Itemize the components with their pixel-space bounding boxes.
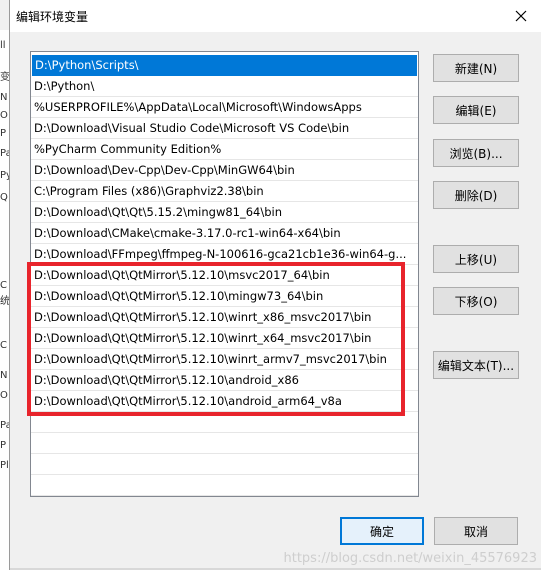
close-icon bbox=[515, 10, 527, 22]
title-bar: 编辑环境变量 bbox=[10, 0, 541, 32]
background-fragment: 变 bbox=[0, 72, 10, 83]
background-desktop: ll 变 N O P Pa Py Q C 统 C N O Pa P Pl 编辑环境变量 D:\Python\S… bbox=[0, 0, 541, 570]
background-fragment: Pa bbox=[0, 420, 10, 431]
background-fragment: C bbox=[0, 280, 7, 291]
background-fragment: Pl bbox=[0, 460, 9, 471]
background-fragment: P bbox=[0, 440, 7, 451]
path-list-item[interactable]: D:\Download\Visual Studio Code\Microsoft… bbox=[31, 118, 418, 139]
watermark-text: https://blog.csdn.net/weixin_45576923 bbox=[283, 551, 537, 566]
background-fragment: 统 bbox=[0, 296, 10, 307]
background-fragment: ll bbox=[0, 40, 6, 51]
path-list-item[interactable]: %PyCharm Community Edition% bbox=[31, 139, 418, 160]
dialog-title: 编辑环境变量 bbox=[16, 10, 89, 24]
path-list-item[interactable]: D:\Download\Qt\QtMirror\5.12.10\msvc2017… bbox=[31, 265, 418, 286]
background-fragment: Pa bbox=[0, 148, 10, 159]
path-list-item[interactable]: D:\Download\Qt\QtMirror\5.12.10\mingw73_… bbox=[31, 286, 418, 307]
ok-button[interactable]: 确定 bbox=[340, 517, 424, 545]
background-fragment: Q bbox=[0, 192, 8, 203]
background-fragment: O bbox=[0, 110, 8, 121]
path-list-item[interactable]: D:\Download\Qt\QtMirror\5.12.10\winrt_ar… bbox=[31, 349, 418, 370]
path-list-item[interactable]: D:\Download\Dev-Cpp\Dev-Cpp\MinGW64\bin bbox=[31, 160, 418, 181]
path-list-item[interactable]: D:\Download\Qt\Qt\5.15.2\mingw81_64\bin bbox=[31, 202, 418, 223]
path-list-item[interactable] bbox=[31, 454, 418, 475]
background-window-edge: ll 变 N O P Pa Py Q C 统 C N O Pa P Pl bbox=[0, 30, 10, 570]
path-list-item[interactable]: D:\Download\FFmpeg\ffmpeg-N-100616-gca21… bbox=[31, 244, 418, 265]
close-button[interactable] bbox=[501, 0, 541, 32]
background-fragment: Py bbox=[0, 170, 10, 181]
background-fragment: O bbox=[0, 390, 8, 401]
path-list-item[interactable]: D:\Download\Qt\QtMirror\5.12.10\winrt_x8… bbox=[31, 307, 418, 328]
path-list-item[interactable]: D:\Python\ bbox=[31, 76, 418, 97]
path-list-item[interactable]: D:\Download\Qt\QtMirror\5.12.10\android_… bbox=[31, 370, 418, 391]
new-button[interactable]: 新建(N) bbox=[433, 54, 519, 82]
path-list-item[interactable]: C:\Program Files (x86)\Graphviz2.38\bin bbox=[31, 181, 418, 202]
path-list-item[interactable]: D:\Python\Scripts\ bbox=[32, 55, 417, 76]
background-fragment: N bbox=[0, 92, 8, 103]
path-list[interactable]: D:\Python\Scripts\ D:\Python\ %USERPROFILE… bbox=[30, 51, 419, 497]
move-up-button[interactable]: 上移(U) bbox=[433, 245, 519, 273]
path-list-item[interactable]: D:\Download\Qt\QtMirror\5.12.10\winrt_x6… bbox=[31, 328, 418, 349]
background-fragment: N bbox=[0, 370, 8, 381]
edit-button[interactable]: 编辑(E) bbox=[433, 96, 519, 124]
cancel-button[interactable]: 取消 bbox=[434, 517, 518, 545]
path-list-item[interactable] bbox=[31, 412, 418, 433]
edit-text-button[interactable]: 编辑文本(T)... bbox=[433, 351, 519, 379]
delete-button[interactable]: 删除(D) bbox=[433, 181, 519, 209]
path-list-item[interactable] bbox=[31, 433, 418, 454]
background-fragment: C bbox=[0, 340, 7, 351]
path-list-item[interactable] bbox=[31, 475, 418, 496]
browse-button[interactable]: 浏览(B)... bbox=[433, 139, 519, 167]
edit-env-var-dialog: 编辑环境变量 D:\Python\Scripts\ D:\Python\ %USER… bbox=[10, 0, 541, 570]
path-list-item[interactable]: D:\Download\Qt\QtMirror\5.12.10\android_… bbox=[31, 391, 418, 412]
background-fragment: P bbox=[0, 128, 7, 139]
path-list-item[interactable]: D:\Download\CMake\cmake-3.17.0-rc1-win64… bbox=[31, 223, 418, 244]
move-down-button[interactable]: 下移(O) bbox=[433, 287, 519, 315]
path-list-item[interactable]: %USERPROFILE%\AppData\Local\Microsoft\Wi… bbox=[31, 97, 418, 118]
